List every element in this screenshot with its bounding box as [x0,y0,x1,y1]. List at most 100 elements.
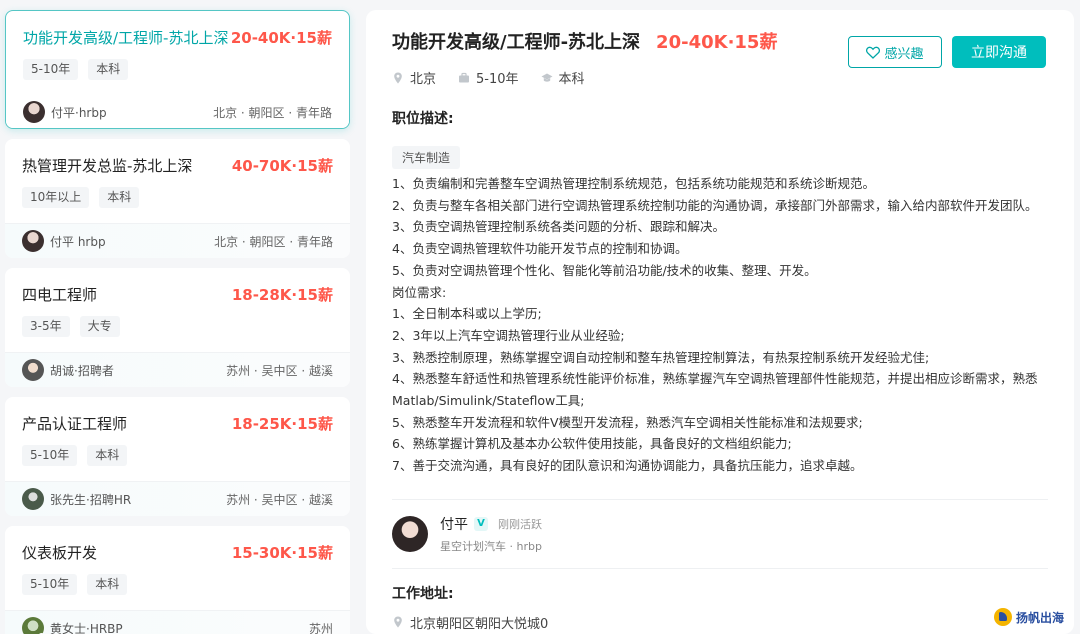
description-text: 1、负责编制和完善整车空调热管理控制系统规范，包括系统功能规范和系统诊断规范。 … [392,173,1048,477]
hr-info[interactable]: 付平 V 刚刚活跃 星空计划汽车 · hrbp [392,514,1048,554]
job-card-salary: 15-30K·15薪 [231,543,333,562]
description-line: 2、3年以上汽车空调热管理行业从业经验; [392,327,625,343]
description-line: 2、负责与整车各相关部门进行空调热管理系统控制功能的沟通协调，承接部门外部需求，… [392,197,1038,213]
job-location: 苏州 · 吴中区 · 越溪 [226,492,333,507]
experience-tag: 10年以上 [22,187,90,208]
recruiter: 黄女士·HRBP [22,617,123,634]
hr-company-role: 星空计划汽车 · hrbp [440,539,542,553]
page-title: 功能开发高级/工程师-苏北上深 [392,32,641,53]
job-card-footer: 张先生·招聘HR 苏州 · 吴中区 · 越溪 [5,481,350,516]
job-card-header: 功能开发高级/工程师-苏北上深 20-40K·15薪 5-10年 本科 [6,11,349,95]
experience-tag: 5-10年 [22,574,78,595]
job-card-title: 产品认证工程师 [22,414,128,433]
work-address: 北京朝阳区朝阳大悦城0 [392,613,1048,632]
recruiter-name: 黄女士·HRBP [50,621,123,634]
experience-tag: 3-5年 [22,316,70,337]
job-card-title: 热管理开发总监-苏北上深 [22,156,193,175]
location-pin-icon [394,616,402,628]
job-degree: 本科 [541,68,585,87]
recruiter-name: 胡诚·招聘者 [50,363,114,378]
job-card-salary: 40-70K·15薪 [231,156,333,175]
description-line: 3、熟悉控制原理，熟练掌握空调自动控制和整车热管理控制算法，有热泵控制系统开发经… [392,349,930,365]
job-detail-panel: 功能开发高级/工程师-苏北上深 20-40K·15薪 北京 5-10年 本科 感… [366,10,1074,634]
description-line: 5、负责对空调热管理个性化、智能化等前沿功能/技术的收集、整理、开发。 [392,262,817,278]
job-card-title: 功能开发高级/工程师-苏北上深 [23,28,229,47]
job-location: 苏州 [308,621,333,634]
avatar [392,515,428,552]
job-card-salary: 18-28K·15薪 [231,285,333,304]
address-text: 北京朝阳区朝阳大悦城0 [410,616,549,632]
recruiter: 付平 hrbp [22,230,106,252]
verified-icon: V [474,516,488,531]
job-card-header: 仪表板开发 15-30K·15薪 5-10年 本科 [5,526,350,610]
description-line: 4、负责空调热管理软件功能开发节点的控制和协调。 [392,241,688,257]
industry-tag: 汽车制造 [392,146,461,169]
avatar [22,359,44,381]
address-title: 工作地址: [392,585,454,602]
job-card-header: 产品认证工程师 18-25K·15薪 5-10年 本科 [5,397,350,481]
job-location: 北京 · 朝阳区 · 青年路 [214,234,333,249]
recruiter: 张先生·招聘HR [22,488,131,510]
degree-tag: 本科 [99,187,140,208]
description-line: 4、熟悉整车舒适性和热管理系统性能评价标准，熟练掌握汽车空调热管理部件性能规范，… [392,371,1038,409]
experience-tag: 5-10年 [23,59,79,80]
description-line: 1、负责编制和完善整车空调热管理控制系统规范，包括系统功能规范和系统诊断规范。 [392,176,875,191]
job-card[interactable]: 四电工程师 18-28K·15薪 3-5年 大专 胡诚·招聘者 苏州 · 吴中区… [5,268,350,387]
job-location: 北京 · 朝阳区 · 青年路 [213,105,332,120]
job-card[interactable]: 产品认证工程师 18-25K·15薪 5-10年 本科 张先生·招聘HR 苏州 … [5,397,350,516]
watermark-logo: 扬帆出海 [993,608,1064,626]
recruiter: 付平·hrbp [23,101,107,123]
description-line: 5、熟悉整车开发流程和软件V模型开发流程，熟悉汽车空调相关性能标准和法规要求; [392,414,863,430]
degree-text: 本科 [558,72,585,87]
avatar [23,101,45,123]
divider [392,498,1048,500]
job-card-salary: 18-25K·15薪 [231,414,333,433]
recruiter-name: 付平·hrbp [51,105,107,120]
recruiter-name: 张先生·招聘HR [50,492,132,507]
city-text: 北京 [410,72,437,87]
job-card-footer: 胡诚·招聘者 苏州 · 吴中区 · 越溪 [5,352,350,387]
degree-tag: 本科 [87,445,128,466]
degree-tag: 本科 [88,59,129,80]
job-card[interactable]: 热管理开发总监-苏北上深 40-70K·15薪 10年以上 本科 付平 hrbp… [5,139,350,258]
job-city: 北京 [392,68,436,87]
experience-tag: 5-10年 [22,445,78,466]
job-actions: 感兴趣 立即沟通 [848,36,1046,68]
job-card-title: 仪表板开发 [22,543,98,562]
watermark-text: 扬帆出海 [1015,610,1064,625]
interest-button[interactable]: 感兴趣 [848,36,942,68]
job-card-header: 热管理开发总监-苏北上深 40-70K·15薪 10年以上 本科 [5,139,350,223]
avatar [22,230,44,252]
section-title: 职位描述: [392,111,454,127]
job-card-footer: 黄女士·HRBP 苏州 [5,610,350,634]
recruiter: 胡诚·招聘者 [22,359,114,381]
chat-now-button[interactable]: 立即沟通 [952,36,1046,68]
job-location: 苏州 · 吴中区 · 越溪 [226,363,333,378]
job-card[interactable]: 功能开发高级/工程师-苏北上深 20-40K·15薪 5-10年 本科 付平·h… [5,10,350,129]
hr-active-status: 刚刚活跃 [498,517,542,531]
detail-salary: 20-40K·15薪 [656,32,778,53]
job-card-footer: 付平·hrbp 北京 · 朝阳区 · 青年路 [6,95,349,128]
description-line: 7、善于交流沟通，具有良好的团队意识和沟通协调能力，具备抗压能力，追求卓越。 [392,458,863,474]
divider [392,567,1048,569]
watermark-badge-icon [993,608,1012,626]
job-card-header: 四电工程师 18-28K·15薪 3-5年 大专 [5,268,350,352]
degree-tag: 本科 [87,574,128,595]
degree-tag: 大专 [79,316,120,337]
briefcase-icon [459,72,470,82]
description-line: 6、熟练掌握计算机及基本办公软件使用技能，具备良好的文档组织能力; [392,436,792,452]
heart-icon [866,46,881,59]
job-card[interactable]: 仪表板开发 15-30K·15薪 5-10年 本科 黄女士·HRBP 苏州 [5,526,350,634]
description-line: 3、负责空调热管理控制系统各类问题的分析、跟踪和解决。 [392,219,725,235]
job-description: 职位描述: 汽车制造 1、负责编制和完善整车空调热管理控制系统规范，包括系统功能… [392,108,1048,632]
job-card-salary: 20-40K·15薪 [230,28,332,47]
graduation-cap-icon [541,73,553,82]
job-list: 功能开发高级/工程师-苏北上深 20-40K·15薪 5-10年 本科 付平·h… [0,0,356,634]
description-line: 岗位需求: [392,284,447,300]
avatar [22,617,45,634]
job-card-title: 四电工程师 [22,285,98,304]
hr-name: 付平 [440,516,468,533]
job-card-footer: 付平 hrbp 北京 · 朝阳区 · 青年路 [5,223,350,258]
description-line: 1、全日制本科或以上学历; [392,306,542,322]
job-experience: 5-10年 [458,68,519,87]
